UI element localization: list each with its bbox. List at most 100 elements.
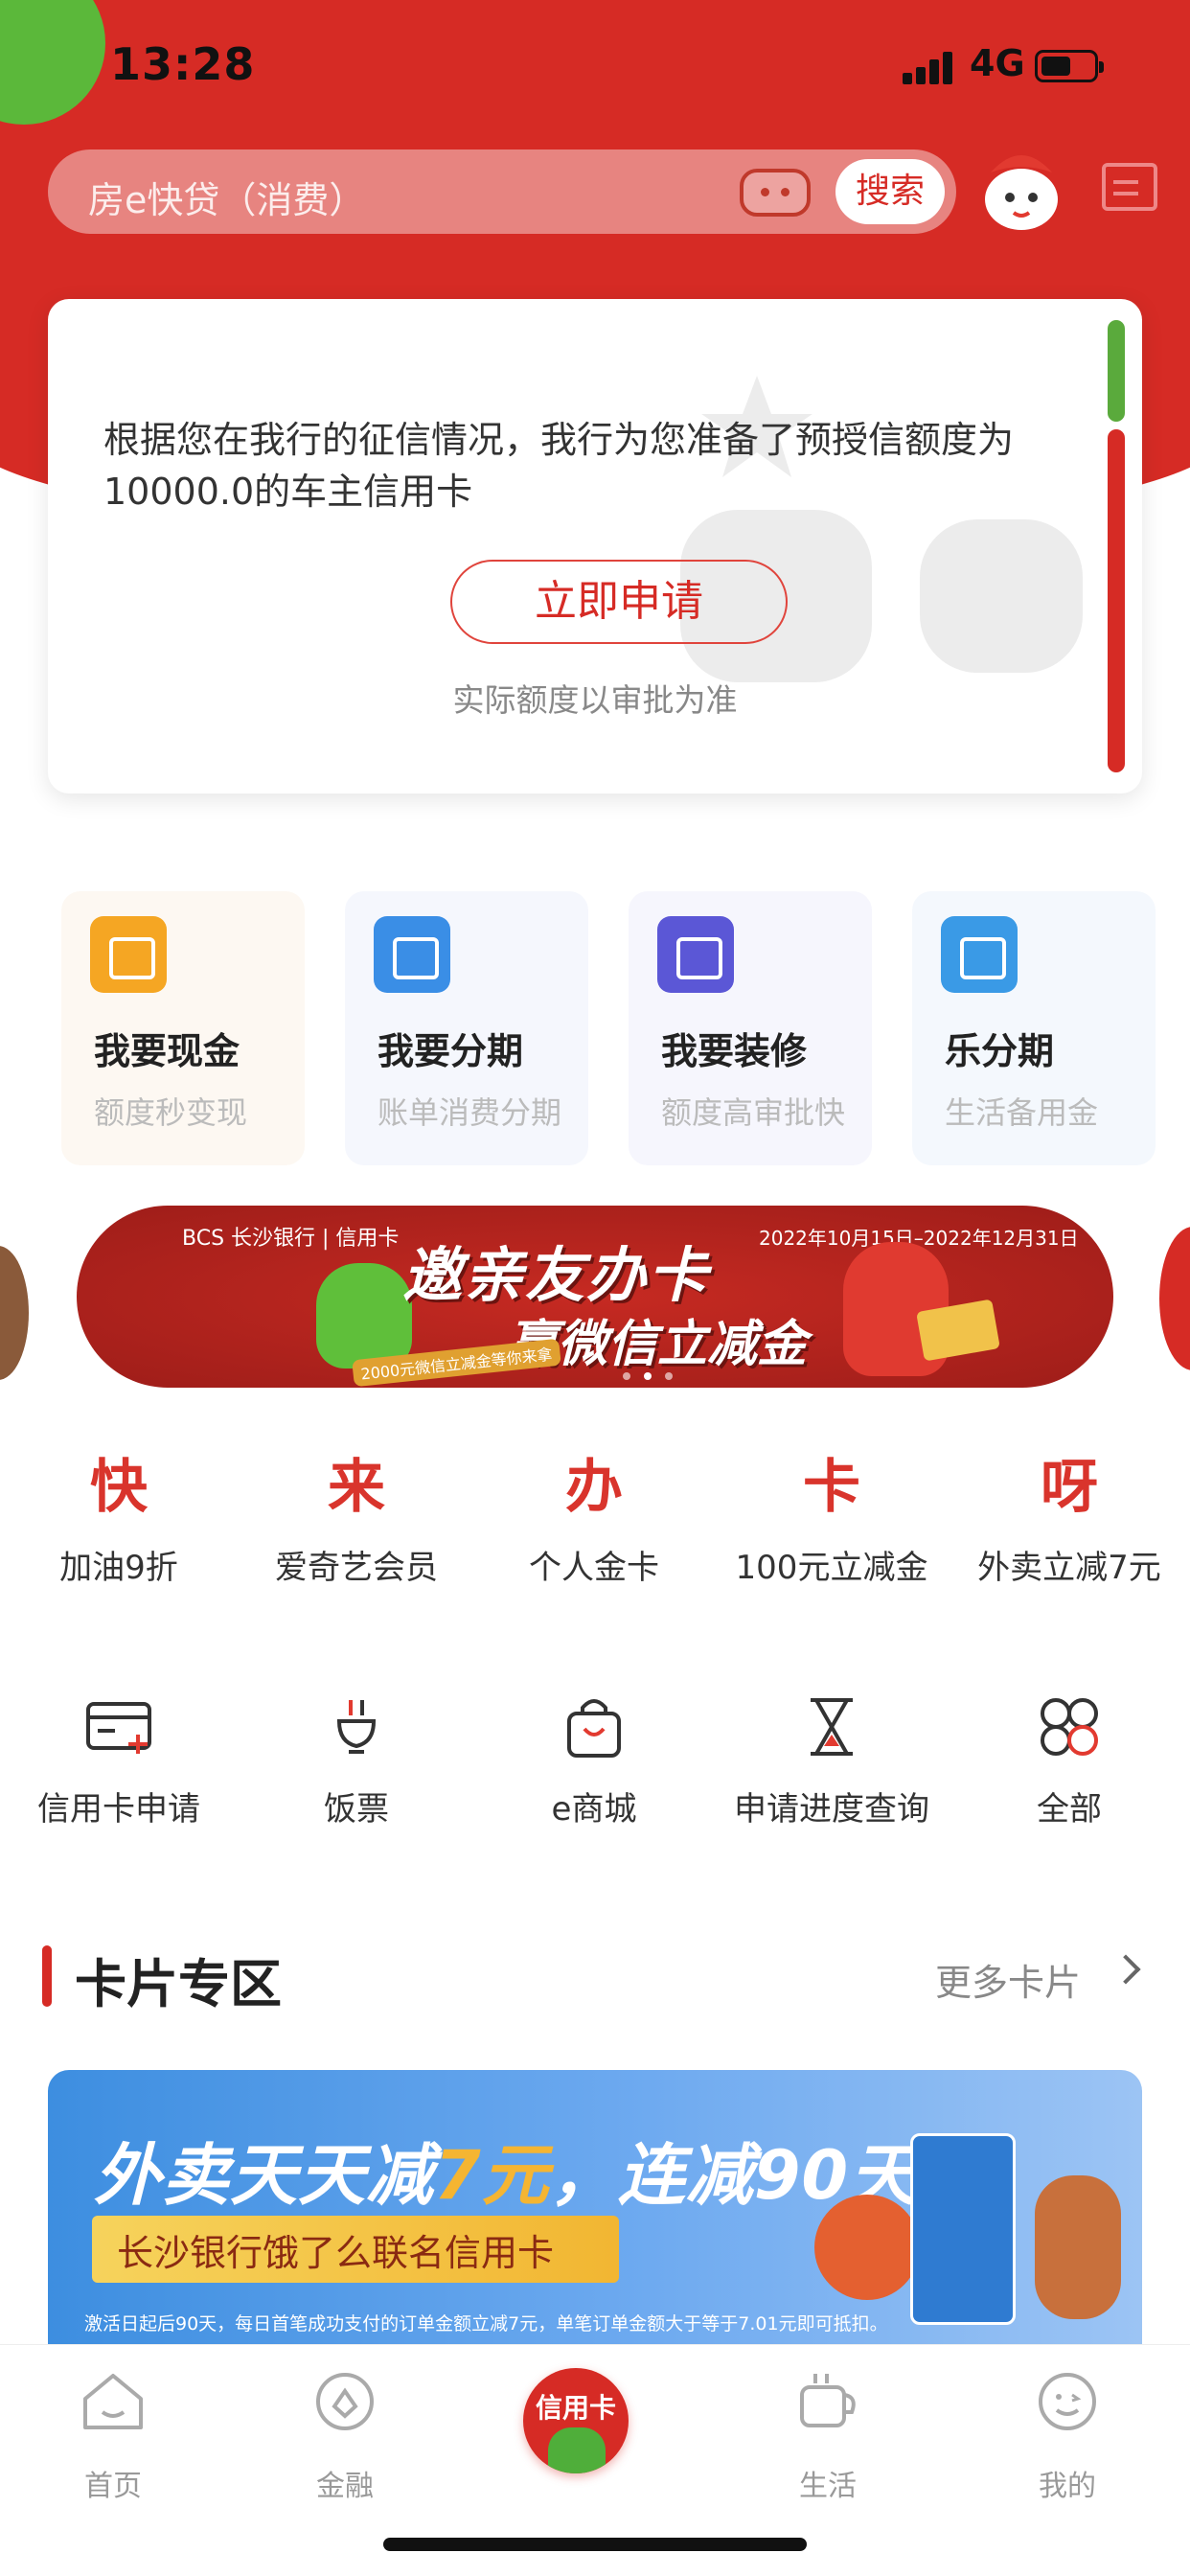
home-icon xyxy=(83,2374,143,2429)
promo-headline-b: 7元 xyxy=(434,2136,550,2215)
pre-approval-card: 根据您在我行的征信情况，我行为您准备了预授信额度为10000.0的车主信用卡 立… xyxy=(48,299,1142,794)
search-input[interactable]: 房e快贷（消费） xyxy=(88,171,365,223)
promo-headline-a: 外卖天天减 xyxy=(94,2136,434,2215)
feature-subtitle: 账单消费分期 xyxy=(378,1094,562,1131)
feature-card-le-installment[interactable]: 乐分期 生活备用金 xyxy=(912,891,1156,1165)
scroll-indicator-green xyxy=(1108,320,1125,422)
service-label: 饭票 xyxy=(324,1790,389,1828)
co-brand-card-image xyxy=(910,2133,1016,2325)
banner-next-peek[interactable] xyxy=(1159,1227,1190,1370)
promo-item[interactable]: 来 爱奇艺会员 xyxy=(238,1449,475,1588)
home-indicator xyxy=(383,2538,807,2551)
chevron-right-icon[interactable] xyxy=(1110,1954,1141,1985)
cup-icon xyxy=(800,2374,856,2427)
mascot-avatar-icon[interactable] xyxy=(972,144,1071,240)
promo-item[interactable]: 呀 外卖立减7元 xyxy=(950,1449,1188,1588)
promo-label: 100元立减金 xyxy=(735,1549,928,1587)
scroll-indicator-red xyxy=(1108,429,1125,772)
apply-now-button[interactable]: 立即申请 xyxy=(450,560,788,644)
tab-life[interactable]: 生活 xyxy=(751,2370,904,2504)
shopping-bag-icon xyxy=(567,1699,621,1758)
service-label: 信用卡申请 xyxy=(37,1790,200,1828)
service-grid: 信用卡申请 饭票 e商城 申请进度查询 全部 xyxy=(0,1692,1190,1836)
section-title: 卡片专区 xyxy=(75,1954,282,2014)
tab-label: 信用卡 xyxy=(535,2392,616,2424)
banner-pagination xyxy=(623,1372,719,1382)
credit-card-mascot-icon xyxy=(548,2427,606,2473)
promo-headline: 外卖天天减7元，连减90天 xyxy=(94,2122,917,2219)
promo-label: 外卖立减7元 xyxy=(977,1549,1161,1587)
service-label: 全部 xyxy=(1037,1790,1102,1828)
feature-title: 乐分期 xyxy=(945,1030,1055,1072)
eleme-card-promo[interactable]: 外卖天天减7元，连减90天 长沙银行饿了么联名信用卡 激活日起后90天，每日首笔… xyxy=(48,2070,1142,2358)
network-type: 4G xyxy=(970,42,1025,84)
tab-mine[interactable]: 我的 xyxy=(991,2370,1144,2504)
tab-label: 首页 xyxy=(84,2470,142,2503)
search-button[interactable]: 搜索 xyxy=(835,159,945,224)
banner-prev-peek[interactable] xyxy=(0,1246,29,1380)
tab-credit-card[interactable]: 信用卡 xyxy=(523,2368,629,2473)
promo-char: 快 xyxy=(90,1454,148,1521)
service-meal-ticket[interactable]: 饭票 xyxy=(238,1692,475,1829)
service-label: e商城 xyxy=(551,1790,637,1828)
more-cards-link[interactable]: 更多卡片 xyxy=(935,1953,1081,2006)
feature-card-renovation[interactable]: 我要装修 额度高审批快 xyxy=(629,891,872,1165)
calendar-icon xyxy=(374,916,450,993)
paint-roller-icon xyxy=(657,916,734,993)
tab-finance[interactable]: 金融 xyxy=(268,2370,422,2504)
service-all[interactable]: 全部 xyxy=(950,1692,1188,1829)
crayfish-image xyxy=(814,2195,920,2300)
profile-icon xyxy=(1039,2373,1096,2430)
promo-item[interactable]: 办 个人金卡 xyxy=(475,1449,713,1588)
signal-icon xyxy=(903,50,960,84)
feature-cards: 我要现金 额度秒变现 我要分期 账单消费分期 我要装修 额度高审批快 乐分期 生… xyxy=(61,891,1156,1165)
promo-char: 卡 xyxy=(803,1454,860,1521)
promo-label: 个人金卡 xyxy=(529,1549,659,1587)
promo-label: 加油9折 xyxy=(59,1549,178,1587)
status-time: 13:28 xyxy=(110,38,256,90)
card-add-icon xyxy=(86,1702,151,1754)
banner-brand: BCS 长沙银行 | 信用卡 xyxy=(182,1227,400,1251)
feature-title: 我要现金 xyxy=(94,1030,240,1072)
meal-ticket-icon xyxy=(336,1700,377,1754)
feature-subtitle: 额度高审批快 xyxy=(661,1094,846,1131)
search-bar[interactable]: 房e快贷（消费） 搜索 xyxy=(48,150,956,234)
promo-char: 办 xyxy=(565,1454,623,1521)
promo-item[interactable]: 卡 100元立减金 xyxy=(713,1449,950,1588)
feature-card-installment[interactable]: 我要分期 账单消费分期 xyxy=(345,891,588,1165)
section-accent-bar xyxy=(42,1945,52,2007)
promo-char: 呀 xyxy=(1041,1454,1098,1521)
tab-home[interactable]: 首页 xyxy=(36,2370,190,2504)
robot-assistant-icon[interactable] xyxy=(740,169,811,217)
hourglass-icon xyxy=(811,1698,853,1756)
promo-fine-print: 激活日起后90天，每日首笔成功支付的订单金额立减7元，单笔订单金额大于等于7.0… xyxy=(84,2313,888,2334)
service-progress-query[interactable]: 申请进度查询 xyxy=(713,1692,950,1829)
feature-subtitle: 额度秒变现 xyxy=(94,1094,248,1131)
status-bar: 13:28 4G xyxy=(0,0,1190,134)
promo-item[interactable]: 快 加油9折 xyxy=(0,1449,238,1588)
green-mascot-icon xyxy=(316,1263,412,1368)
promo-subtitle: 长沙银行饿了么联名信用卡 xyxy=(117,2232,555,2274)
tab-label: 金融 xyxy=(316,2470,374,2503)
feature-subtitle: 生活备用金 xyxy=(945,1094,1099,1131)
feature-title: 我要分期 xyxy=(378,1030,524,1072)
tab-label: 我的 xyxy=(1039,2470,1096,2503)
promo-label: 爱奇艺会员 xyxy=(275,1549,438,1587)
skewer-image xyxy=(1035,2175,1121,2319)
promo-char: 来 xyxy=(328,1454,385,1521)
referral-banner[interactable]: BCS 长沙银行 | 信用卡 2022年10月15日–2022年12月31日 邀… xyxy=(77,1206,1113,1388)
tab-label: 生活 xyxy=(799,2470,857,2503)
pre-approval-text: 根据您在我行的征信情况，我行为您准备了预授信额度为10000.0的车主信用卡 xyxy=(103,419,1015,513)
feature-card-cash[interactable]: 我要现金 额度秒变现 xyxy=(61,891,305,1165)
message-icon[interactable] xyxy=(1102,163,1157,211)
yuan-card-icon xyxy=(941,916,1018,993)
service-e-mall[interactable]: e商城 xyxy=(475,1692,713,1829)
service-card-apply[interactable]: 信用卡申请 xyxy=(0,1692,238,1829)
banner-headline-1: 邀亲友办卡 xyxy=(402,1240,710,1310)
battery-icon xyxy=(1035,50,1104,82)
feature-title: 我要装修 xyxy=(661,1030,808,1072)
grid-icon xyxy=(1041,1698,1098,1756)
finance-icon xyxy=(316,2373,374,2430)
promo-words-row: 快 加油9折 来 爱奇艺会员 办 个人金卡 卡 100元立减金 呀 外卖立减7元 xyxy=(0,1449,1190,1602)
wallet-icon xyxy=(90,916,167,993)
